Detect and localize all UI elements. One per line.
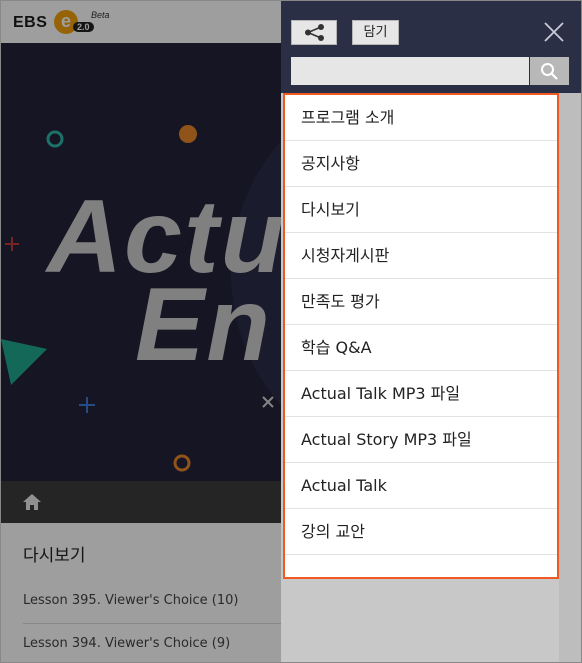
search-input[interactable]	[291, 57, 529, 85]
menu-item-story-mp3[interactable]: Actual Story MP3 파일	[285, 417, 557, 463]
menu-item-program-intro[interactable]: 프로그램 소개	[285, 95, 557, 141]
menu-item-actual-talk[interactable]: Actual Talk	[285, 463, 557, 509]
app-window: EBS e 2.0 Beta Actu En 다시보기 Lesson 395. …	[0, 0, 582, 663]
drawer-scrollbar[interactable]	[559, 93, 581, 662]
search-icon	[541, 63, 558, 80]
share-icon	[305, 24, 324, 41]
menu-item-notices[interactable]: 공지사항	[285, 141, 557, 187]
menu-item-talk-mp3[interactable]: Actual Talk MP3 파일	[285, 371, 557, 417]
drawer-menu: 프로그램 소개 공지사항 다시보기 시청자게시판 만족도 평가 학습 Q&A A…	[283, 93, 559, 579]
drawer-header: 담기	[281, 1, 581, 93]
menu-item-study-qna[interactable]: 학습 Q&A	[285, 325, 557, 371]
menu-item-viewer-board[interactable]: 시청자게시판	[285, 233, 557, 279]
menu-item-lecture-notes[interactable]: 강의 교안	[285, 509, 557, 555]
menu-item-replay[interactable]: 다시보기	[285, 187, 557, 233]
side-drawer: 담기 프로그램 소개 공지사항 다시보기 시청자게시판 만족도 평가 학습 Q&…	[281, 1, 581, 662]
search-button[interactable]	[530, 57, 569, 85]
share-button[interactable]	[291, 20, 337, 45]
save-button[interactable]: 담기	[352, 20, 399, 45]
close-icon[interactable]	[543, 21, 565, 43]
menu-item-satisfaction-survey[interactable]: 만족도 평가	[285, 279, 557, 325]
